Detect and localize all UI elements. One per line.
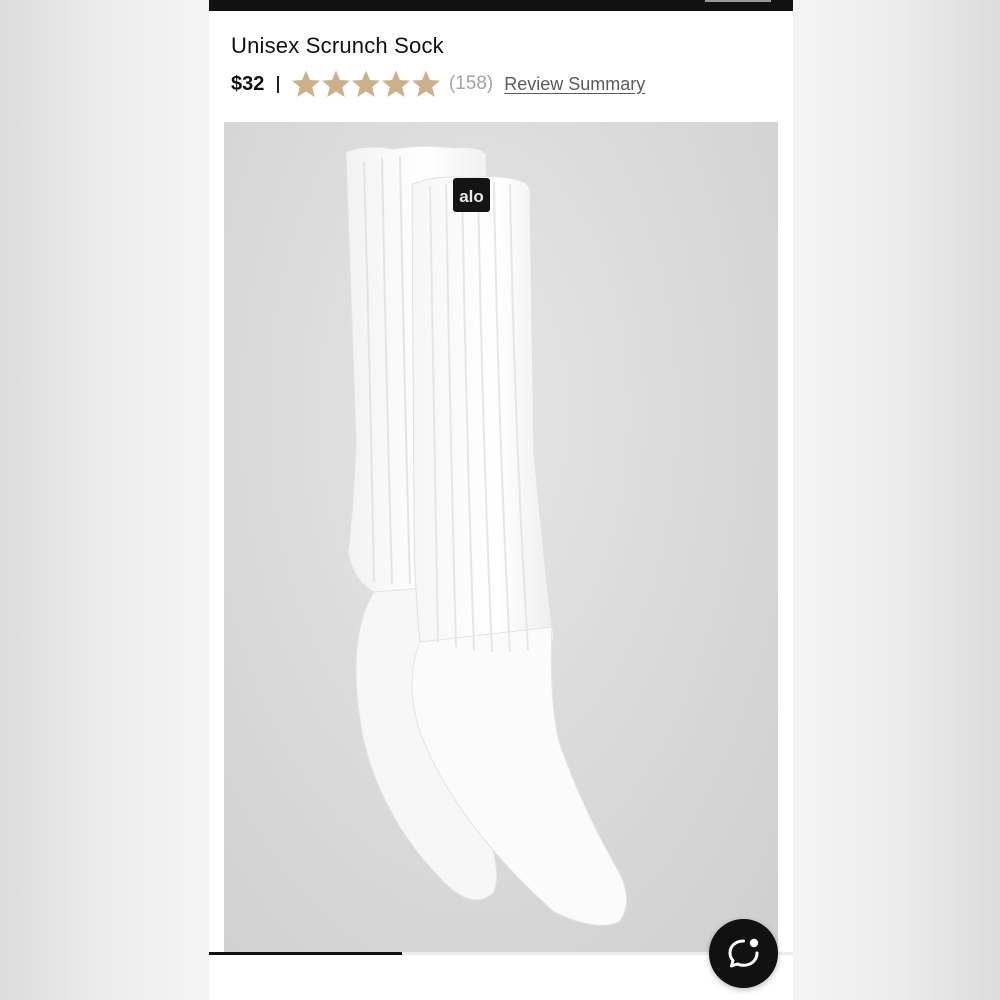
gallery-progress-fill <box>209 952 402 955</box>
star-icon <box>411 70 440 97</box>
price-separator <box>277 75 279 93</box>
review-summary-link[interactable]: Review Summary <box>504 74 645 95</box>
product-price: $32 <box>231 72 265 95</box>
alo-logo-text: alo <box>459 187 484 206</box>
star-icon <box>321 70 350 97</box>
product-image[interactable]: alo <box>224 122 778 952</box>
chat-button[interactable] <box>709 919 778 988</box>
product-page: Unisex Scrunch Sock $32 (158) Review Sum… <box>209 0 793 1000</box>
top-bar-indicator <box>705 0 771 2</box>
price-rating-row: $32 (158) Review Summary <box>231 68 645 100</box>
star-rating[interactable] <box>291 69 441 99</box>
gallery-progress <box>209 952 793 955</box>
sock-illustration: alo <box>345 145 627 926</box>
star-icon <box>291 70 320 97</box>
product-title: Unisex Scrunch Sock <box>231 33 444 58</box>
chat-bubble-icon <box>728 938 759 968</box>
review-count[interactable]: (158) <box>449 73 493 95</box>
star-icon <box>381 70 410 97</box>
star-icon <box>351 70 380 97</box>
top-bar <box>209 0 793 11</box>
